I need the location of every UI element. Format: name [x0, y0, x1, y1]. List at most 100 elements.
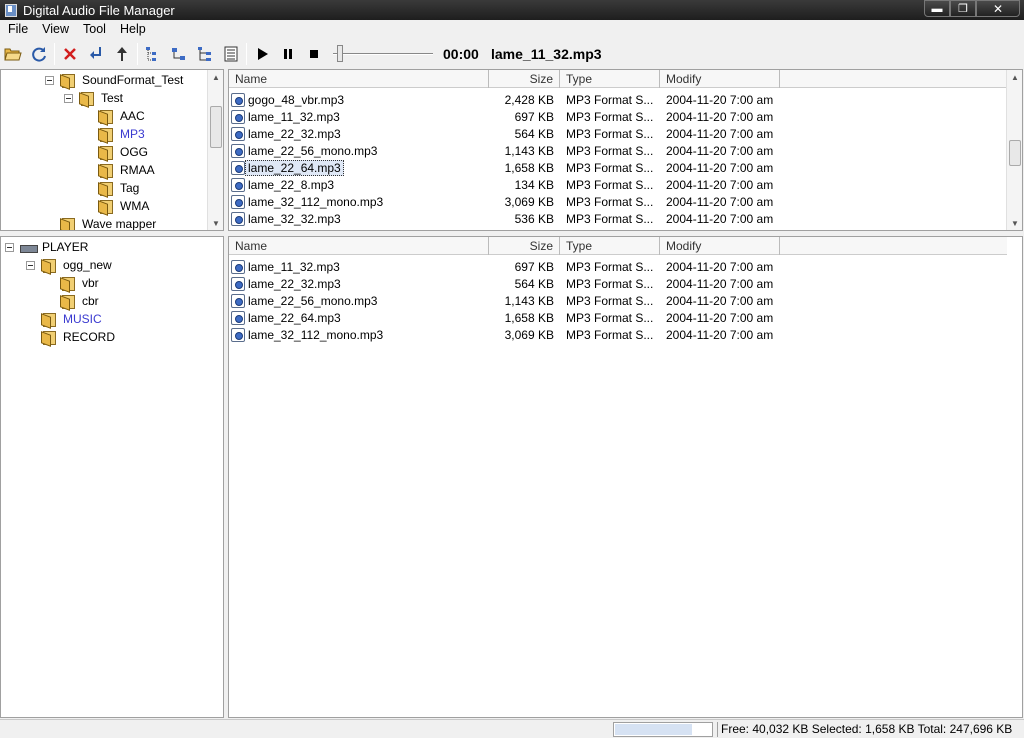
scroll-thumb[interactable]: [210, 106, 222, 148]
icon-view-button[interactable]: [192, 41, 218, 67]
audio-file-icon: [231, 276, 245, 291]
close-button[interactable]: ✕: [976, 0, 1020, 17]
file-size: 3,069 KB: [504, 194, 554, 209]
menu-tool[interactable]: Tool: [76, 22, 113, 36]
menu-file[interactable]: File: [1, 22, 35, 36]
open-folder-button[interactable]: [0, 41, 26, 67]
scroll-down-arrow[interactable]: ▼: [208, 216, 223, 230]
tree-node[interactable]: MUSIC: [41, 310, 102, 328]
file-modified: 2004-11-20 7:00 am: [666, 126, 774, 141]
detail-view-button[interactable]: [166, 41, 192, 67]
maximize-button[interactable]: ❐: [950, 0, 976, 17]
column-modify[interactable]: Modify: [660, 70, 780, 88]
column-name[interactable]: Name: [229, 237, 489, 255]
scroll-up-arrow[interactable]: ▲: [1007, 70, 1022, 84]
file-row[interactable]: lame_32_32.mp3 536 KB MP3 Format S... 2004-…: [229, 210, 790, 227]
time-display: 00:00: [443, 46, 479, 62]
file-name: lame_22_64.mp3: [245, 159, 344, 176]
tree-node[interactable]: WMA: [98, 197, 149, 215]
folder-icon: [98, 127, 113, 142]
tree-node[interactable]: Test: [64, 89, 123, 107]
tree-node[interactable]: vbr: [60, 274, 99, 292]
file-type: MP3 Format S...: [566, 160, 654, 175]
column-name[interactable]: Name: [229, 70, 489, 88]
file-row[interactable]: lame_11_32.mp3 697 KB MP3 Format S... 2004-…: [229, 258, 790, 275]
file-size: 3,069 KB: [504, 327, 554, 342]
minimize-button[interactable]: ▬: [924, 0, 950, 17]
audio-file-icon: [231, 211, 245, 226]
column-modify[interactable]: Modify: [660, 237, 780, 255]
tree-node[interactable]: Tag: [98, 179, 139, 197]
tree-node[interactable]: MP3: [98, 125, 145, 143]
tree-node[interactable]: Wave mapper: [60, 215, 156, 230]
tree-node[interactable]: AAC: [98, 107, 145, 125]
menu-help[interactable]: Help: [113, 22, 153, 36]
up-folder-button[interactable]: [109, 41, 135, 67]
file-row[interactable]: lame_32_112_mono.mp3 3,069 KB MP3 Format S…: [229, 326, 790, 343]
tree-branch-icon: [198, 47, 211, 61]
seek-thumb[interactable]: [337, 45, 343, 62]
tree-view-button[interactable]: [140, 41, 166, 67]
transfer-down-button[interactable]: [83, 41, 109, 67]
file-row[interactable]: lame_22_56_mono.mp3 1,143 KB MP3 Format S.…: [229, 142, 790, 159]
file-row[interactable]: lame_32_112_mono.mp3 3,069 KB MP3 Format S…: [229, 193, 790, 210]
tree-label: Test: [101, 91, 124, 105]
file-row[interactable]: lame_22_56_mono.mp3 1,143 KB MP3 Format S.…: [229, 292, 790, 309]
tree-node[interactable]: ogg_new: [26, 256, 112, 274]
file-row[interactable]: lame_22_8.mp3 134 KB MP3 Format S... 2004-1…: [229, 176, 790, 193]
column-type[interactable]: Type: [560, 237, 660, 255]
audio-file-icon: [231, 259, 245, 274]
file-modified: 2004-11-20 7:00 am: [666, 310, 774, 325]
delete-button[interactable]: [57, 41, 83, 67]
refresh-button[interactable]: [26, 41, 52, 67]
file-row[interactable]: lame_22_64.mp3 1,658 KB MP3 Format S... 200…: [229, 159, 790, 176]
file-row[interactable]: lame_22_32.mp3 564 KB MP3 Format S... 2004-…: [229, 125, 790, 142]
file-size: 2,428 KB: [504, 92, 554, 107]
scroll-thumb[interactable]: [1009, 140, 1021, 166]
file-list-scrollbar[interactable]: ▲ ▼: [1006, 70, 1022, 230]
tree-node[interactable]: cbr: [60, 292, 99, 310]
file-row[interactable]: lame_22_64.mp3 1,658 KB MP3 Format S... 200…: [229, 309, 790, 326]
file-row[interactable]: lame_11_32.mp3 697 KB MP3 Format S... 2004-…: [229, 108, 790, 125]
seek-slider[interactable]: [333, 41, 433, 67]
folder-icon: [98, 181, 113, 196]
folder-icon: [98, 199, 113, 214]
tree-label: WMA: [120, 199, 150, 213]
tree-scrollbar[interactable]: ▲ ▼: [207, 70, 223, 230]
tree-node[interactable]: SoundFormat_Test: [45, 71, 183, 89]
scroll-up-arrow[interactable]: ▲: [208, 70, 223, 84]
tree-node[interactable]: OGG: [98, 143, 148, 161]
tree-node[interactable]: RECORD: [41, 328, 115, 346]
stop-button[interactable]: [301, 41, 327, 67]
scroll-down-arrow[interactable]: ▼: [1007, 216, 1022, 230]
file-size: 564 KB: [514, 276, 554, 291]
collapse-toggle[interactable]: [26, 260, 35, 270]
tree-node[interactable]: RMAA: [98, 161, 155, 179]
tree-label: vbr: [82, 276, 99, 290]
list-view-icon: [172, 48, 185, 60]
file-modified: 2004-11-20 7:00 am: [666, 276, 774, 291]
column-type[interactable]: Type: [560, 70, 660, 88]
tree-label: MUSIC: [63, 312, 102, 326]
file-name: lame_22_32.mp3: [248, 276, 341, 291]
collapse-toggle[interactable]: [5, 242, 14, 252]
folder-icon: [60, 217, 75, 230]
pause-icon: [284, 49, 292, 59]
play-button[interactable]: [249, 41, 275, 67]
properties-button[interactable]: [218, 41, 244, 67]
pause-button[interactable]: [275, 41, 301, 67]
column-size[interactable]: Size: [489, 70, 560, 88]
folder-icon: [98, 109, 113, 124]
tree-node-player[interactable]: PLAYER: [5, 238, 88, 256]
refresh-icon: [32, 47, 46, 62]
column-size[interactable]: Size: [489, 237, 560, 255]
file-row[interactable]: lame_22_32.mp3 564 KB MP3 Format S... 2004-…: [229, 275, 790, 292]
arrow-up-icon: [117, 47, 127, 61]
collapse-toggle[interactable]: [45, 75, 54, 85]
file-row[interactable]: gogo_48_vbr.mp3 2,428 KB MP3 Format S... 20…: [229, 91, 790, 108]
tree-view-icon: [146, 47, 156, 61]
collapse-toggle[interactable]: [64, 93, 73, 103]
menu-view[interactable]: View: [35, 22, 76, 36]
file-name: lame_22_56_mono.mp3: [248, 293, 378, 308]
file-modified: 2004-11-20 7:00 am: [666, 211, 774, 226]
